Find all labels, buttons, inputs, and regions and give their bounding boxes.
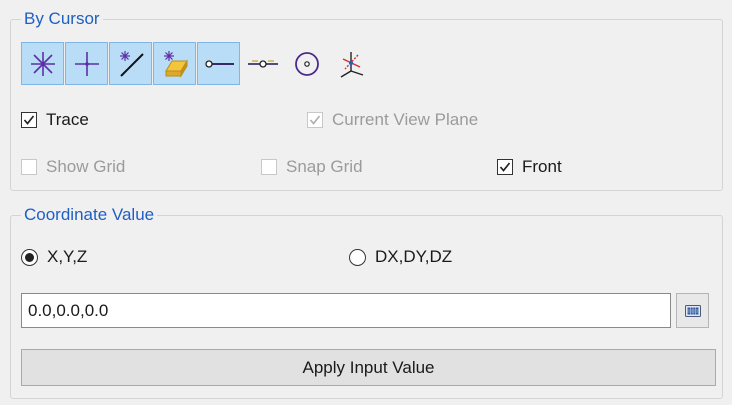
front-label: Front (522, 157, 562, 176)
axis-intersection-icon (340, 51, 363, 78)
circle-center-icon (294, 51, 319, 76)
snap-grid-checkbox-box[interactable] (261, 159, 277, 175)
point-on-line-icon (119, 50, 144, 77)
coordinate-value-title: Coordinate Value (21, 204, 158, 226)
coordinate-value-group: Coordinate Value X,Y,Z DX,DY,DZ 0.0,0.0,… (10, 204, 723, 399)
current-view-plane-checkbox[interactable]: Current View Plane (307, 109, 478, 131)
point-on-line-tool-button[interactable] (109, 42, 152, 85)
point-cross-icon (74, 51, 99, 76)
point-on-face-tool-button[interactable] (153, 42, 196, 85)
trace-checkbox-box[interactable] (21, 112, 37, 128)
xyz-radio[interactable]: X,Y,Z (21, 246, 87, 268)
current-view-plane-label: Current View Plane (332, 110, 479, 129)
dxdydz-radio-circle[interactable] (349, 248, 366, 266)
by-cursor-group: By Cursor Trace Current View Plane Show … (10, 8, 723, 191)
dxdydz-radio[interactable]: DX,DY,DZ (349, 246, 452, 268)
keypad-icon (684, 304, 701, 317)
trace-checkbox[interactable]: Trace (21, 109, 89, 131)
point-cross-tool-button[interactable] (65, 42, 108, 85)
point-star-tool-button[interactable] (21, 42, 64, 85)
front-checkbox[interactable]: Front (497, 156, 562, 178)
snap-grid-checkbox[interactable]: Snap Grid (261, 156, 363, 178)
snap-toolbar (21, 42, 373, 88)
dxdydz-label: DX,DY,DZ (375, 247, 453, 266)
line-midpoint-icon (247, 59, 278, 68)
line-midpoint-tool-button[interactable] (241, 42, 284, 85)
snap-grid-label: Snap Grid (286, 157, 363, 176)
line-endpoint-tool-button[interactable] (197, 42, 240, 85)
axis-intersection-tool-button[interactable] (329, 42, 372, 85)
xyz-label: X,Y,Z (47, 247, 88, 266)
xyz-radio-circle[interactable] (21, 248, 38, 266)
checkmark-icon (499, 162, 511, 172)
coordinate-input[interactable]: 0.0,0.0,0.0 (21, 293, 671, 328)
radio-dot (25, 252, 34, 262)
point-on-face-icon (163, 50, 188, 78)
front-checkbox-box[interactable] (497, 159, 513, 175)
apply-input-value-button[interactable]: Apply Input Value (21, 349, 716, 386)
circle-center-tool-button[interactable] (285, 42, 328, 85)
show-grid-checkbox[interactable]: Show Grid (21, 156, 125, 178)
keypad-button[interactable] (676, 293, 709, 328)
line-endpoint-icon (204, 59, 234, 68)
checkmark-icon (309, 115, 321, 125)
show-grid-label: Show Grid (46, 157, 126, 176)
show-grid-checkbox-box[interactable] (21, 159, 37, 175)
current-view-plane-checkbox-box[interactable] (307, 112, 323, 128)
by-cursor-title: By Cursor (21, 8, 103, 30)
trace-label: Trace (46, 110, 89, 129)
checkmark-icon (23, 115, 35, 125)
point-star-icon (30, 51, 55, 76)
